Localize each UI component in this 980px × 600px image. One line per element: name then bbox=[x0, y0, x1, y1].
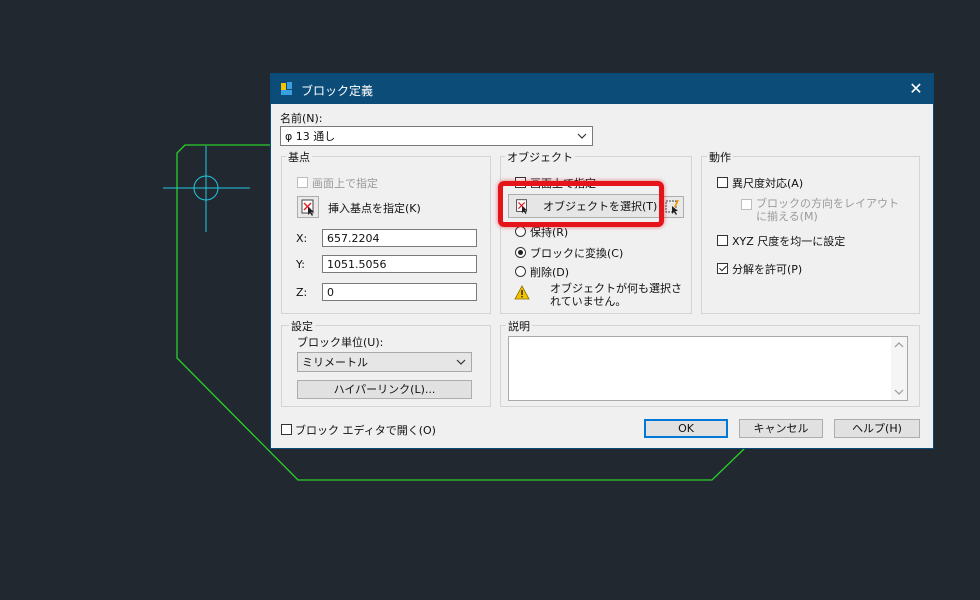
retain-radio[interactable] bbox=[515, 226, 526, 237]
x-coordinate-input[interactable]: 657.2204 bbox=[322, 229, 477, 247]
base-point-group-label: 基点 bbox=[286, 149, 312, 165]
convert-to-block-radio[interactable] bbox=[515, 247, 526, 258]
block-app-icon bbox=[281, 82, 292, 95]
pick-insertion-point-label: 挿入基点を指定(K) bbox=[328, 202, 421, 215]
dialog-title: ブロック定義 bbox=[301, 84, 374, 98]
quick-select-icon bbox=[665, 200, 679, 215]
behavior-group-label: 動作 bbox=[707, 149, 733, 165]
match-orientation-checkbox[interactable] bbox=[741, 199, 752, 210]
block-units-value: ミリメートル bbox=[302, 356, 368, 369]
block-name-combobox[interactable]: φ 13 通し bbox=[280, 126, 593, 146]
z-coordinate-input[interactable]: 0 bbox=[322, 283, 477, 301]
x-label: X: bbox=[296, 232, 308, 245]
open-in-block-editor-checkbox[interactable] bbox=[281, 424, 292, 435]
base-specify-on-screen-checkbox[interactable] bbox=[297, 177, 308, 188]
block-units-combobox[interactable]: ミリメートル bbox=[297, 352, 472, 372]
help-button[interactable]: ヘルプ(H) bbox=[834, 419, 920, 438]
objects-group-label: オブジェクト bbox=[505, 149, 575, 165]
y-coordinate-input[interactable]: 1051.5056 bbox=[322, 255, 477, 273]
no-objects-warning-text: オブジェクトが何も選択されていません。 bbox=[550, 282, 682, 308]
cancel-button[interactable]: キャンセル bbox=[739, 419, 823, 438]
convert-to-block-label: ブロックに変換(C) bbox=[530, 247, 624, 260]
description-textarea[interactable] bbox=[508, 336, 908, 401]
uniform-scale-checkbox[interactable] bbox=[717, 235, 728, 246]
allow-explode-label: 分解を許可(P) bbox=[732, 263, 803, 276]
y-coordinate-value: 1051.5056 bbox=[327, 258, 387, 271]
chevron-down-icon bbox=[456, 359, 466, 365]
chevron-down-icon bbox=[577, 133, 587, 139]
annotative-checkbox[interactable] bbox=[717, 177, 728, 188]
open-in-block-editor-label: ブロック エディタで開く(O) bbox=[295, 424, 436, 437]
hyperlink-button[interactable]: ハイパーリンク(L)... bbox=[297, 380, 472, 399]
x-coordinate-value: 657.2204 bbox=[327, 232, 380, 245]
y-label: Y: bbox=[296, 258, 305, 271]
block-definition-dialog: ブロック定義 ✕ 名前(N): φ 13 通し 基点 画面上で指定 挿入基点を指… bbox=[270, 73, 934, 449]
pick-insertion-point-button[interactable] bbox=[297, 196, 319, 218]
scroll-up-icon[interactable] bbox=[894, 341, 904, 349]
pick-point-icon bbox=[301, 199, 314, 216]
z-label: Z: bbox=[296, 286, 308, 299]
block-name-value: φ 13 通し bbox=[285, 130, 336, 143]
scroll-down-icon[interactable] bbox=[894, 388, 904, 396]
name-label: 名前(N): bbox=[280, 112, 323, 125]
ok-button[interactable]: OK bbox=[644, 419, 728, 438]
title-bar[interactable]: ブロック定義 ✕ bbox=[271, 74, 933, 104]
delete-radio[interactable] bbox=[515, 266, 526, 277]
description-scrollbar[interactable] bbox=[891, 337, 907, 400]
block-units-label: ブロック単位(U): bbox=[297, 336, 384, 349]
quick-select-button[interactable] bbox=[662, 196, 684, 218]
delete-label: 削除(D) bbox=[530, 266, 570, 279]
select-objects-highlight bbox=[498, 181, 664, 227]
settings-group-label: 設定 bbox=[289, 318, 315, 334]
match-orientation-label: ブロックの方向をレイアウトに揃える(M) bbox=[756, 197, 899, 223]
close-icon[interactable]: ✕ bbox=[905, 78, 927, 100]
base-specify-on-screen-label: 画面上で指定 bbox=[312, 177, 378, 190]
warning-icon bbox=[514, 285, 530, 300]
description-group-label: 説明 bbox=[506, 318, 532, 334]
allow-explode-checkbox[interactable] bbox=[717, 263, 728, 274]
annotative-label: 異尺度対応(A) bbox=[732, 177, 804, 190]
uniform-scale-label: XYZ 尺度を均一に設定 bbox=[732, 235, 846, 248]
z-coordinate-value: 0 bbox=[327, 286, 334, 299]
